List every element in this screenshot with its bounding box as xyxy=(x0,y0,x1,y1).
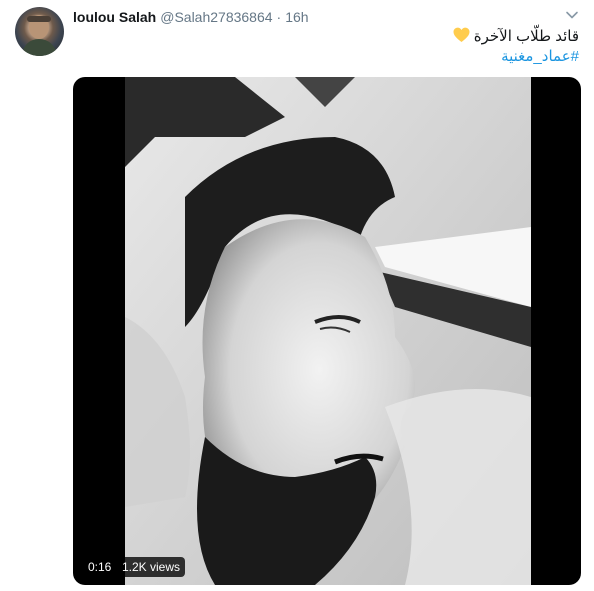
display-name[interactable]: loulou Salah xyxy=(73,7,156,27)
yellow-heart-icon xyxy=(453,27,470,42)
hashtag-link[interactable]: #عماد_مغنية xyxy=(73,47,579,67)
avatar[interactable] xyxy=(15,7,64,56)
tweet-card[interactable]: loulou Salah @Salah27836864 · 16h قائد ط… xyxy=(0,0,594,591)
tweet-text: قائد طلّاب الآخرة #عماد_مغنية xyxy=(73,27,579,67)
video-duration-badge: 0:16 xyxy=(83,557,117,577)
video-frame[interactable] xyxy=(125,77,531,585)
tweet-text-line: قائد طلّاب الآخرة xyxy=(73,27,579,47)
video-thumbnail xyxy=(125,77,531,585)
video-player[interactable]: 0:16 1.2K views xyxy=(73,77,581,585)
tweet-header: loulou Salah @Salah27836864 · 16h xyxy=(73,7,579,27)
tweet-text-body: قائد طلّاب الآخرة xyxy=(473,28,579,45)
timestamp[interactable]: 16h xyxy=(285,7,308,27)
chevron-down-icon[interactable] xyxy=(565,8,579,22)
user-handle[interactable]: @Salah27836864 xyxy=(160,7,272,27)
separator-dot: · xyxy=(276,9,282,25)
video-views-badge: 1.2K views xyxy=(117,557,186,577)
